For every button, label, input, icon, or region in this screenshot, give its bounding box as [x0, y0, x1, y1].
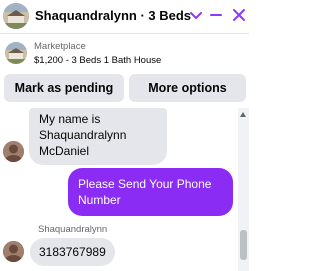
- header-divider: [0, 33, 249, 34]
- sender-avatar[interactable]: [3, 241, 24, 262]
- profile-photo-icon: [3, 141, 24, 162]
- chat-header: Shaquandralynn · 3 Beds 1 ...: [0, 0, 249, 33]
- more-options-button[interactable]: More options: [129, 74, 246, 102]
- listing-description[interactable]: $1,200 - 3 Beds 1 Bath House: [34, 55, 161, 66]
- sender-avatar[interactable]: [3, 141, 24, 162]
- house-photo-icon: [3, 3, 29, 29]
- chevron-down-icon[interactable]: [188, 6, 204, 24]
- sender-name: Shaquandralynn: [38, 224, 108, 235]
- chat-title[interactable]: Shaquandralynn · 3 Beds 1 ...: [35, 8, 195, 23]
- listing-thumbnail[interactable]: [5, 42, 27, 64]
- house-photo-icon: [5, 42, 27, 64]
- mark-as-pending-button[interactable]: Mark as pending: [4, 74, 124, 102]
- message-list[interactable]: My name is Shaquandralynn McDaniel Pleas…: [0, 108, 249, 271]
- incoming-message: My name is Shaquandralynn McDaniel: [29, 108, 167, 165]
- scrollbar-thumb[interactable]: [240, 230, 247, 260]
- close-icon[interactable]: [232, 6, 246, 24]
- listing-avatar[interactable]: [3, 3, 29, 29]
- incoming-message: 3183767989: [30, 238, 115, 266]
- profile-photo-icon: [3, 241, 24, 262]
- marketplace-label: Marketplace: [34, 41, 86, 52]
- scroll-up-arrow-icon[interactable]: [240, 112, 246, 117]
- outgoing-message: Please Send Your Phone Number: [68, 168, 233, 216]
- minimize-icon[interactable]: [210, 14, 222, 16]
